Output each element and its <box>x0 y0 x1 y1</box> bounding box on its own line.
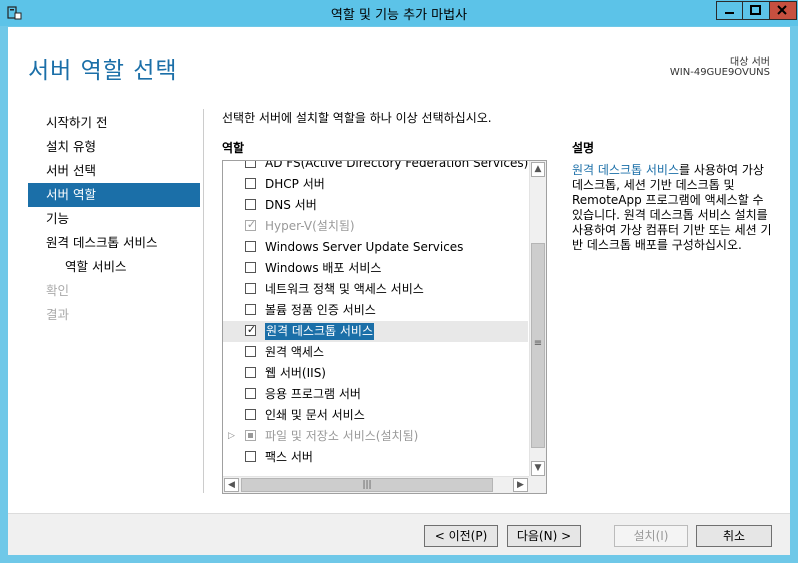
checkbox[interactable] <box>245 283 256 294</box>
window-title: 역할 및 기능 추가 마법사 <box>330 8 468 23</box>
role-item-dns[interactable]: DNS 서버 <box>223 195 528 216</box>
next-button[interactable]: 다음(N) > <box>507 525 581 547</box>
roles-header: 역할 <box>222 141 245 155</box>
checkbox[interactable] <box>245 304 256 315</box>
scroll-up-icon[interactable]: ▲ <box>531 162 545 177</box>
nav-item-results: 결과 <box>46 307 70 322</box>
checkbox[interactable] <box>245 161 256 168</box>
nav-divider <box>203 109 204 493</box>
nav-item-features[interactable]: 기능 <box>28 207 200 231</box>
minimize-button[interactable] <box>716 1 743 20</box>
role-item-vas[interactable]: 볼륨 정품 인증 서비스 <box>223 300 528 321</box>
role-item-remote-access[interactable]: 원격 액세스 <box>223 342 528 363</box>
vertical-scrollbar[interactable]: ▲ ≡ ▼ <box>529 161 546 477</box>
nav-item-confirmation: 확인 <box>46 283 70 298</box>
scroll-left-icon[interactable]: ◀ <box>224 478 239 492</box>
description-link[interactable]: 원격 데스크톱 서비스 <box>572 163 679 177</box>
target-server-name: WIN-49GUE9OVUNS <box>669 67 770 78</box>
role-item-print-services[interactable]: 인쇄 및 문서 서비스 <box>223 405 528 426</box>
checkbox <box>245 220 257 231</box>
nav-item-before-you-begin[interactable]: 시작하기 전 <box>28 111 200 135</box>
horizontal-scroll-thumb-grip-icon[interactable]: ||| <box>241 478 493 492</box>
checkbox[interactable] <box>245 367 256 378</box>
scrollbar-corner <box>529 476 546 493</box>
role-item-adfs[interactable]: AD FS(Active Directory Federation Servic… <box>223 161 528 174</box>
minimize-icon <box>725 12 734 14</box>
page-title: 서버 역할 선택 <box>28 58 178 84</box>
role-item-application-server[interactable]: 응용 프로그램 서버 <box>223 384 528 405</box>
nav-item-server-roles[interactable]: 서버 역할 <box>28 183 200 207</box>
close-icon <box>777 5 787 15</box>
expand-arrow-icon[interactable]: ▷ <box>228 426 235 447</box>
maximize-icon <box>750 5 761 15</box>
checkbox[interactable] <box>245 325 257 336</box>
role-item-iis[interactable]: 웹 서버(IIS) <box>223 363 528 384</box>
target-server-label: 대상 서버 <box>730 57 770 68</box>
previous-button[interactable]: < 이전(P) <box>424 525 498 547</box>
role-item-fax-server[interactable]: 팩스 서버 <box>223 447 528 468</box>
role-item-wsus[interactable]: Windows Server Update Services <box>223 237 528 258</box>
wizard-footer: < 이전(P) 다음(N) > 설치(I) 취소 <box>8 513 790 555</box>
maximize-button[interactable] <box>743 1 770 20</box>
role-item-npas[interactable]: 네트워크 정책 및 액세스 서비스 <box>223 279 528 300</box>
close-button[interactable] <box>770 1 797 20</box>
role-item-file-storage[interactable]: ▷ 파일 및 저장소 서비스(설치됨) <box>223 426 528 447</box>
nav-item-installation-type[interactable]: 설치 유형 <box>28 135 200 159</box>
horizontal-scrollbar[interactable]: ◀ ||| ▶ <box>223 476 546 493</box>
nav-item-role-services[interactable]: 역할 서비스 <box>28 255 200 279</box>
checkbox[interactable] <box>245 346 256 357</box>
checkbox[interactable] <box>245 199 256 210</box>
title-bar: 역할 및 기능 추가 마법사 <box>0 0 798 26</box>
instruction-text: 선택한 서버에 설치할 역할을 하나 이상 선택하십시오. <box>222 111 492 125</box>
scroll-right-icon[interactable]: ▶ <box>513 478 528 492</box>
wizard-client-area: 서버 역할 선택 대상 서버 WIN-49GUE9OVUNS 시작하기 전 설치… <box>8 27 790 555</box>
checkbox[interactable] <box>245 178 256 189</box>
role-item-hyper-v: Hyper-V(설치됨) <box>223 216 528 237</box>
checkbox[interactable] <box>245 409 256 420</box>
checkbox <box>245 430 256 441</box>
cancel-button[interactable]: 취소 <box>696 525 772 547</box>
roles-list[interactable]: AD FS(Active Directory Federation Servic… <box>222 160 547 494</box>
checkbox[interactable] <box>245 388 256 399</box>
role-item-wds[interactable]: Windows 배포 서비스 <box>223 258 528 279</box>
scroll-thumb-grip-icon[interactable]: ≡ <box>531 243 545 448</box>
install-button: 설치(I) <box>614 525 688 547</box>
nav-item-server-selection[interactable]: 서버 선택 <box>28 159 200 183</box>
role-item-dhcp[interactable]: DHCP 서버 <box>223 174 528 195</box>
checkbox[interactable] <box>245 451 256 462</box>
nav-item-remote-desktop-services[interactable]: 원격 데스크톱 서비스 <box>28 231 200 255</box>
scroll-down-icon[interactable]: ▼ <box>531 461 545 476</box>
role-item-remote-desktop-services[interactable]: 원격 데스크톱 서비스 <box>223 321 528 342</box>
description-header: 설명 <box>572 141 595 155</box>
wizard-nav: 시작하기 전 설치 유형 서버 선택 서버 역할 기능 원격 데스크톱 서비스 … <box>28 111 200 327</box>
checkbox[interactable] <box>245 262 256 273</box>
description-text: 원격 데스크톱 서비스를 사용하여 가상 데스크톱, 세션 기반 데스크톱 및 … <box>572 163 772 252</box>
checkbox[interactable] <box>245 241 256 252</box>
